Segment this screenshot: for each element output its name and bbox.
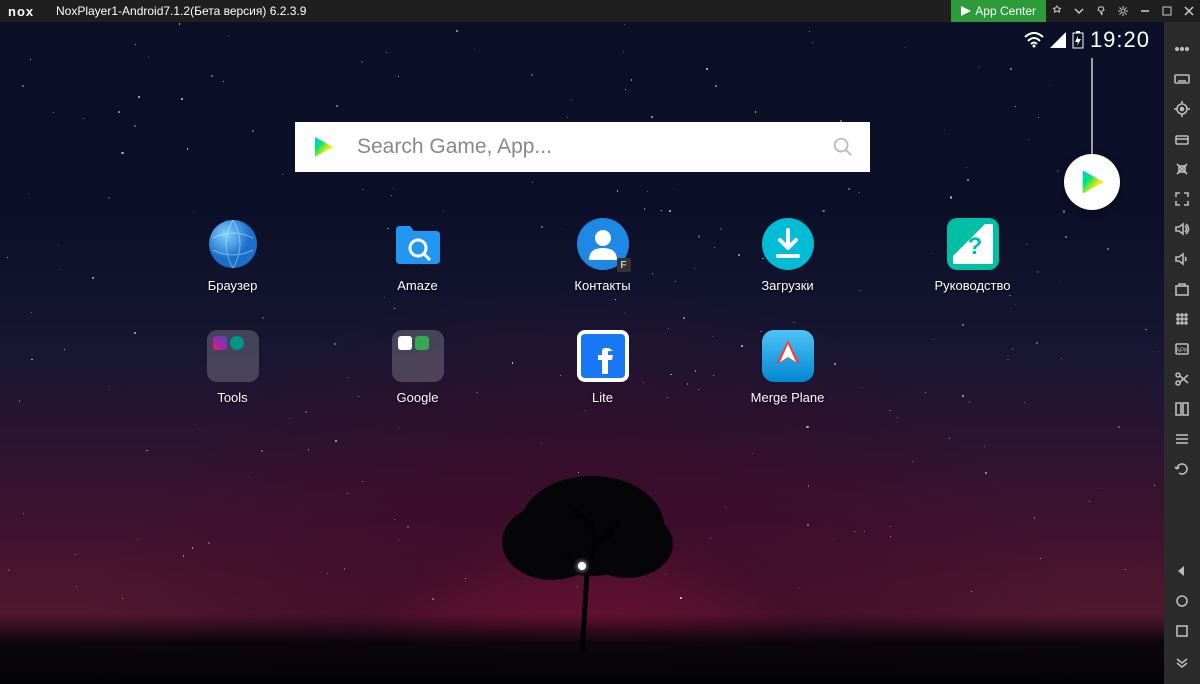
sb-rotate-icon[interactable] [1164, 454, 1200, 484]
nox-sidebar: APK [1164, 22, 1200, 684]
app-label: Загрузки [761, 278, 813, 293]
globe-icon [207, 218, 259, 270]
facebook-icon [581, 334, 625, 378]
svg-text:APK: APK [1176, 348, 1188, 354]
app-label: Браузер [208, 278, 258, 293]
sb-location-icon[interactable] [1164, 94, 1200, 124]
sb-volumedown-icon[interactable] [1164, 244, 1200, 274]
search-bar[interactable] [295, 122, 870, 172]
app-contacts[interactable]: F Контакты [510, 218, 695, 330]
play-store-icon [311, 135, 335, 159]
sb-expand-icon[interactable] [1164, 646, 1200, 676]
sb-keyboard-icon[interactable] [1164, 64, 1200, 94]
app-label: Lite [592, 390, 613, 405]
apps-grid: Браузер Amaze F Контакты Загрузки ? Руко… [140, 218, 1065, 442]
sb-mylocation-icon[interactable] [1164, 124, 1200, 154]
app-label: Amaze [397, 278, 437, 293]
folder-preview [213, 336, 244, 350]
app-downloads[interactable]: Загрузки [695, 218, 880, 330]
app-label: Руководство [935, 278, 1011, 293]
app-label: Контакты [574, 278, 630, 293]
app-browser[interactable]: Браузер [140, 218, 325, 330]
sb-back-icon[interactable] [1164, 556, 1200, 586]
play-store-bubble[interactable] [1064, 154, 1120, 210]
sb-twohand-icon[interactable] [1164, 154, 1200, 184]
floating-handle-line [1091, 58, 1093, 158]
battery-icon [1072, 31, 1084, 49]
minimize-button[interactable] [1134, 0, 1156, 22]
folder-google[interactable]: Google [325, 330, 510, 442]
search-icon [832, 136, 854, 158]
play-store-icon [1078, 168, 1106, 196]
app-guide[interactable]: ? Руководство [880, 218, 1065, 330]
help-icon: ? [947, 218, 999, 270]
chevron-down-icon[interactable] [1068, 0, 1090, 22]
sb-apk-icon[interactable] [1164, 274, 1200, 304]
sb-recent-icon[interactable] [1164, 616, 1200, 646]
play-icon [961, 6, 971, 16]
app-label: Merge Plane [751, 390, 825, 405]
app-label: Google [397, 390, 439, 405]
status-bar[interactable]: 19:20 [1024, 22, 1164, 58]
sb-home-icon[interactable] [1164, 586, 1200, 616]
sb-record-icon[interactable] [1164, 394, 1200, 424]
sb-scissors-icon[interactable] [1164, 364, 1200, 394]
maximize-button[interactable] [1156, 0, 1178, 22]
android-desktop[interactable]: 19:20 Браузер Amaze F Контакты Загрузки … [0, 22, 1164, 684]
app-center-button[interactable]: App Center [951, 0, 1046, 22]
plane-icon [766, 334, 810, 378]
pagination-dot[interactable] [578, 562, 586, 570]
titlebar: nox NoxPlayer1-Android7.1.2(Бета версия)… [0, 0, 1200, 22]
sb-multi-icon[interactable] [1164, 424, 1200, 454]
settings-icon[interactable] [1112, 0, 1134, 22]
folder-search-icon [392, 218, 444, 270]
sb-shake-icon[interactable] [1164, 304, 1200, 334]
sb-more-icon[interactable] [1164, 34, 1200, 64]
app-merge-plane[interactable]: Merge Plane [695, 330, 880, 442]
sb-fullscreen-icon[interactable] [1164, 184, 1200, 214]
pin-icon[interactable] [1090, 0, 1112, 22]
wifi-icon [1024, 32, 1044, 48]
theme-icon[interactable] [1046, 0, 1068, 22]
svg-text:?: ? [967, 233, 982, 260]
app-facebook-lite[interactable]: Lite [510, 330, 695, 442]
status-time: 19:20 [1090, 27, 1150, 53]
sb-volumeup-icon[interactable] [1164, 214, 1200, 244]
signal-icon [1050, 32, 1066, 48]
sb-screenshot-icon[interactable]: APK [1164, 334, 1200, 364]
download-icon [762, 218, 814, 270]
nox-logo: nox [8, 4, 48, 19]
tree-decoration [472, 464, 692, 654]
app-amaze[interactable]: Amaze [325, 218, 510, 330]
close-button[interactable] [1178, 0, 1200, 22]
app-center-label: App Center [975, 4, 1036, 18]
search-input[interactable] [357, 135, 832, 159]
badge: F [617, 258, 631, 272]
app-label: Tools [217, 390, 247, 405]
folder-preview [398, 336, 429, 350]
window-title: NoxPlayer1-Android7.1.2(Бета версия) 6.2… [56, 4, 306, 18]
folder-tools[interactable]: Tools [140, 330, 325, 442]
